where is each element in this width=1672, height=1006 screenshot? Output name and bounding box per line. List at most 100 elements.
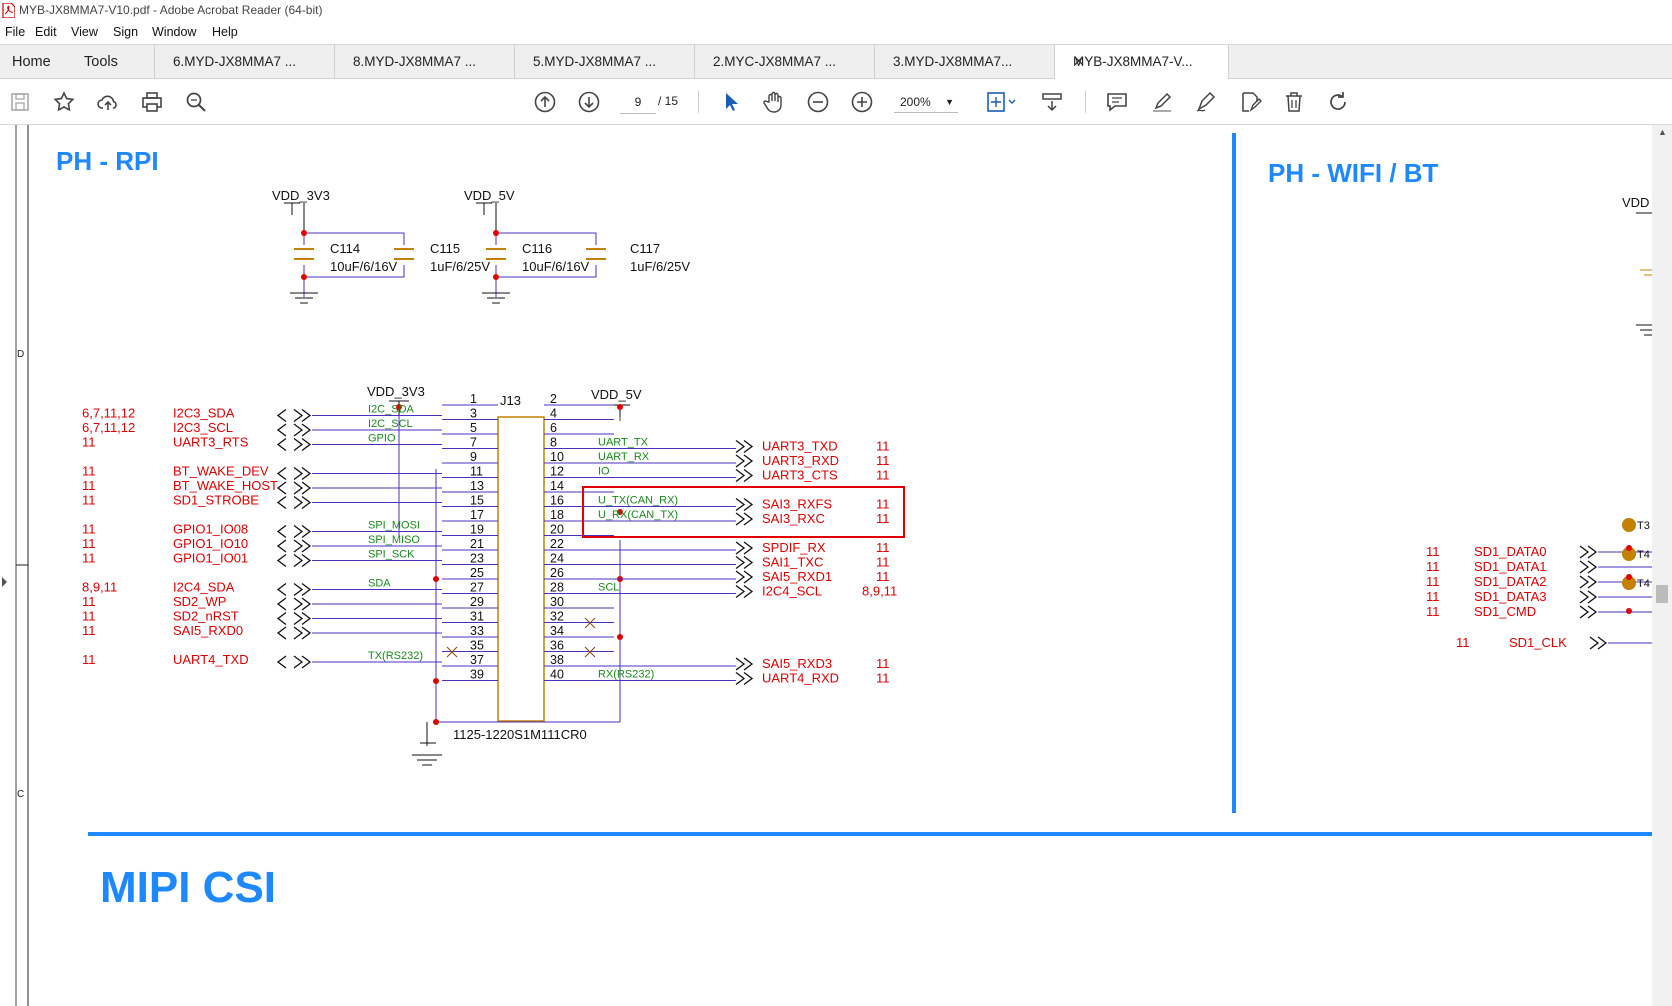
pin-number: 15 [470, 494, 484, 508]
offpage-connector-icon [276, 597, 312, 611]
test-point-label: T4 [1637, 549, 1650, 561]
net-label: SAI5_RXD0 [173, 623, 243, 638]
document-tab[interactable]: 2.MYC-JX8MMA7 ... [694, 45, 874, 79]
document-tab[interactable]: 3.MYD-JX8MMA7... [874, 45, 1054, 79]
document-tab[interactable]: 5.MYD-JX8MMA7 ... [514, 45, 694, 79]
net-page-ref: 11 [1426, 589, 1440, 604]
net-page-ref: 11 [82, 623, 96, 638]
document-tab-active[interactable]: MYB-JX8MMA7-V... ✕ [1054, 45, 1229, 79]
menu-file[interactable]: File [5, 25, 25, 39]
hand-tool-icon[interactable] [762, 90, 786, 114]
offpage-connector-icon [1579, 605, 1598, 619]
power-label: VDD [1622, 195, 1649, 210]
pin-number: 7 [470, 436, 477, 450]
cap-value: 10uF/6/16V [522, 259, 590, 274]
tab-label: 8.MYD-JX8MMA7 ... [353, 54, 477, 69]
tab-label: 3.MYD-JX8MMA7... [893, 54, 1013, 69]
cap-value: 10uF/6/16V [330, 259, 398, 274]
pin-number: 19 [470, 523, 484, 537]
edit-pdf-icon[interactable] [1238, 90, 1262, 114]
menu-window[interactable]: Window [152, 25, 196, 39]
bookmark-star-icon[interactable] [52, 90, 76, 114]
offpage-connector-icon [276, 611, 312, 626]
pin-number: 40 [550, 668, 564, 682]
document-view[interactable]: D C PH - RPI PH - WIFI / BT MIPI CSI VDD… [0, 125, 1672, 1006]
menu-view[interactable]: View [71, 25, 98, 39]
toolbar-divider [1085, 91, 1086, 113]
fit-page-icon[interactable] [985, 90, 1019, 114]
document-tab[interactable]: 8.MYD-JX8MMA7 ... [334, 45, 514, 79]
net-label: SAI1_TXC [762, 555, 823, 570]
vertical-scrollbar[interactable]: ▲ [1652, 125, 1672, 1006]
pin-number: 36 [550, 639, 564, 653]
net-label: SAI3_RXFS [762, 497, 832, 512]
sign-pen-icon[interactable] [1194, 90, 1218, 114]
junction-dot [1626, 608, 1632, 614]
offpage-connector-icon [1589, 636, 1608, 650]
pin-number: 14 [550, 479, 564, 493]
pin-number: 23 [470, 552, 484, 566]
net-label: SAI5_RXD3 [762, 656, 832, 671]
scroll-up-icon[interactable]: ▲ [1658, 127, 1667, 137]
tab-label: 6.MYD-JX8MMA7 ... [173, 54, 297, 69]
pin-number: 20 [550, 523, 564, 537]
select-cursor-icon[interactable] [719, 90, 743, 114]
previous-page-icon[interactable] [533, 90, 557, 114]
zoom-level-select[interactable]: 200% ▼ [894, 91, 958, 113]
junction-dot [617, 404, 623, 410]
menu-edit[interactable]: Edit [35, 25, 57, 39]
net-page-ref: 11 [1426, 604, 1440, 619]
highlight-pen-icon[interactable] [1150, 90, 1174, 114]
rotate-icon[interactable] [1326, 90, 1350, 114]
scrollbar-thumb[interactable] [1656, 585, 1668, 603]
pin-number: 25 [470, 566, 484, 580]
pin-number: 13 [470, 479, 484, 493]
net-page-ref: 11 [1426, 559, 1440, 574]
zoom-out-icon[interactable] [806, 90, 830, 114]
net-page-ref: 11 [1456, 635, 1470, 650]
print-icon[interactable] [140, 90, 164, 114]
net-label: I2C3_SCL [173, 420, 233, 435]
menu-sign[interactable]: Sign [113, 25, 138, 39]
pin-number: 10 [550, 450, 564, 464]
zoom-in-icon[interactable] [850, 90, 874, 114]
net-page-ref: 11 [876, 656, 890, 671]
scroll-mode-icon[interactable] [1040, 90, 1064, 114]
pin-number: 32 [550, 610, 564, 624]
search-icon[interactable] [184, 90, 208, 114]
junction-dot [1626, 574, 1632, 580]
comment-icon[interactable] [1105, 90, 1129, 114]
save-icon[interactable] [8, 90, 32, 114]
close-tab-icon[interactable]: ✕ [1073, 53, 1220, 70]
title-bar: MYB-JX8MMA7-V10.pdf - Adobe Acrobat Read… [0, 0, 1672, 22]
page-number-input[interactable]: 9 [620, 91, 656, 114]
offpage-connector-icon [276, 582, 312, 597]
menu-help[interactable]: Help [212, 25, 238, 39]
delete-icon[interactable] [1282, 90, 1306, 114]
offpage-connector-icon [735, 671, 754, 686]
net-page-ref: 11 [876, 511, 890, 526]
wire-label: U_TX(CAN_RX) [598, 495, 678, 507]
offpage-connector-icon [735, 512, 754, 526]
tools-tab[interactable]: Tools [84, 54, 118, 70]
pin-number: 37 [470, 653, 484, 667]
offpage-connector-icon [276, 553, 312, 568]
wire-label: GPIO [368, 433, 396, 445]
offpage-connector-icon [735, 439, 754, 454]
power-label: VDD_3V3 [367, 384, 425, 399]
net-page-ref: 11 [82, 609, 96, 624]
window-title: MYB-JX8MMA7-V10.pdf - Adobe Acrobat Read… [19, 3, 323, 17]
document-tab[interactable]: 6.MYD-JX8MMA7 ... [154, 45, 334, 79]
net-label: SD1_STROBE [173, 493, 259, 508]
net-page-ref: 11 [82, 464, 96, 479]
next-page-icon[interactable] [577, 90, 601, 114]
home-tab[interactable]: Home [12, 54, 51, 70]
cap-ref: C117 [630, 241, 660, 256]
offpage-connector-icon [735, 584, 754, 599]
cloud-upload-icon[interactable] [96, 90, 120, 114]
toolbar-divider [698, 91, 699, 113]
wire-label: UART_RX [598, 451, 650, 463]
connector-part: 1125-1220S1M111CR0 [453, 727, 587, 742]
net-label: I2C4_SCL [762, 584, 822, 599]
net-label: SPDIF_RX [762, 540, 826, 555]
